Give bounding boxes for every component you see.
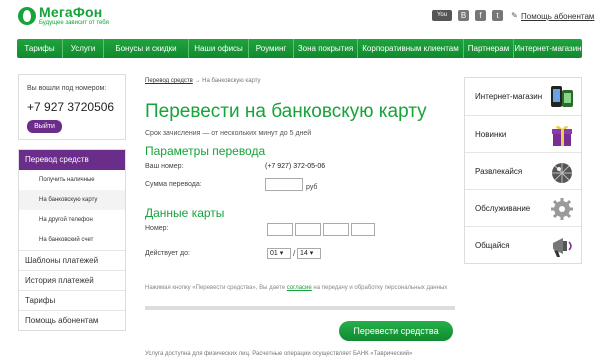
card-number-label: Номер: — [145, 225, 169, 232]
expiry-separator: / — [293, 249, 296, 258]
megaphone-icon — [553, 238, 572, 257]
your-number-label: Ваш номер: — [145, 163, 184, 170]
help-link[interactable]: Помощь абонентам — [521, 12, 594, 21]
sidebar-menu: Перевод средств Получить наличные На бан… — [18, 149, 126, 331]
promo-item-service[interactable]: Обслуживание — [465, 189, 581, 226]
edit-icon[interactable]: ✎ — [509, 10, 520, 21]
promo-panel: Интернет-магазин Новинки Развлекайся Обс… — [464, 77, 582, 264]
gear-icon — [551, 198, 573, 220]
breadcrumb-current: На банковскую карту — [202, 78, 261, 84]
params-heading: Параметры перевода — [145, 144, 266, 158]
expiry-month-select[interactable]: 01 ▾ — [267, 248, 291, 259]
breadcrumb-link[interactable]: Перевод средств — [145, 78, 193, 84]
logout-button[interactable]: Выйти — [27, 120, 62, 133]
transfer-term: Срок зачисления — от нескольких минут до… — [145, 130, 312, 137]
consent-notice: Нажимая кнопку «Перевести средства», Вы … — [145, 285, 448, 291]
expiry-year-select[interactable]: 14 ▾ — [297, 248, 321, 259]
promo-item-communicate[interactable]: Общайся — [465, 226, 581, 263]
twitter-icon[interactable]: t — [492, 10, 503, 21]
phones-icon — [551, 86, 573, 107]
header: МегаФон Будущее зависит от тебя You Tube… — [0, 0, 600, 38]
nav-item-services[interactable]: Услуги — [63, 39, 104, 58]
card-number-part-2[interactable] — [295, 223, 321, 236]
disco-ball-icon — [552, 163, 572, 183]
footnote: Услуга доступна для физических лиц. Расч… — [145, 351, 413, 357]
login-label: Вы вошли под номером: — [27, 85, 107, 92]
card-heading: Данные карты — [145, 206, 225, 220]
promo-item-fun[interactable]: Развлекайся — [465, 152, 581, 189]
logo-slogan: Будущее зависит от тебя — [39, 20, 109, 26]
nav-item-corporate[interactable]: Корпоративным клиентам — [358, 39, 464, 58]
promo-item-news[interactable]: Новинки — [465, 115, 581, 152]
card-number-part-4[interactable] — [351, 223, 375, 236]
valid-until-label: Действует до: — [145, 250, 190, 257]
youtube-icon[interactable]: You Tube — [432, 10, 452, 29]
amount-input[interactable] — [265, 178, 303, 191]
megafon-logo-icon — [18, 6, 36, 25]
sidebar-item-templates[interactable]: Шаблоны платежей — [19, 250, 125, 270]
nav-item-roaming[interactable]: Роуминг — [249, 39, 294, 58]
nav-item-coverage[interactable]: Зона покрытия — [294, 39, 358, 58]
nav-item-tariffs[interactable]: Тарифы — [17, 39, 63, 58]
consent-link[interactable]: согласие — [287, 285, 312, 291]
your-number-value: (+7 927) 372-05-06 — [265, 163, 326, 170]
logo-name: МегаФон — [39, 4, 103, 20]
nav-item-offices[interactable]: Наши офисы — [189, 39, 249, 58]
social-links: You Tube B f t ✎ — [432, 10, 520, 29]
chevron-down-icon: ▾ — [279, 250, 284, 257]
sidebar-subitem-card[interactable]: На банковскую карту — [19, 190, 125, 210]
sidebar-item-transfer[interactable]: Перевод средств — [19, 150, 125, 170]
sidebar-item-tariffs[interactable]: Тарифы — [19, 290, 125, 310]
facebook-icon[interactable]: f — [475, 10, 486, 21]
chevron-down-icon: ▾ — [309, 250, 314, 257]
promo-item-shop[interactable]: Интернет-магазин — [465, 78, 581, 115]
megafon-logo[interactable]: МегаФон Будущее зависит от тебя — [18, 5, 109, 26]
card-number-part-1[interactable] — [267, 223, 293, 236]
nav-item-partners[interactable]: Партнерам — [464, 39, 514, 58]
login-box: Вы вошли под номером: +7 927 3720506 Вый… — [18, 74, 126, 140]
sidebar-subitem-cash[interactable]: Получить наличные — [19, 170, 125, 190]
breadcrumb: Перевод средств → На банковскую карту — [145, 78, 261, 84]
breadcrumb-arrow-icon: → — [194, 78, 201, 84]
progress-bar — [145, 306, 455, 310]
currency-label: руб — [306, 184, 318, 191]
submit-transfer-button[interactable]: Перевести средства — [339, 321, 453, 341]
expiry-year-value: 14 — [300, 250, 308, 257]
page-title: Перевести на банковскую карту — [145, 101, 427, 122]
blog-icon[interactable]: B — [458, 10, 469, 21]
amount-label: Сумма перевода: — [145, 181, 202, 188]
login-phone: +7 927 3720506 — [27, 100, 115, 114]
nav-item-bonuses[interactable]: Бонусы и скидки — [104, 39, 189, 58]
card-number-part-3[interactable] — [323, 223, 349, 236]
sidebar-item-history[interactable]: История платежей — [19, 270, 125, 290]
sidebar-subitem-phone[interactable]: На другой телефон — [19, 210, 125, 230]
nav-item-shop[interactable]: Интернет-магазин — [514, 39, 582, 58]
main-nav: Тарифы Услуги Бонусы и скидки Наши офисы… — [17, 39, 582, 58]
expiry-month-value: 01 — [270, 250, 278, 257]
gift-icon — [552, 125, 572, 146]
sidebar-subitem-bank-account[interactable]: На банковский счет — [19, 230, 125, 250]
sidebar-item-help[interactable]: Помощь абонентам — [19, 310, 125, 330]
